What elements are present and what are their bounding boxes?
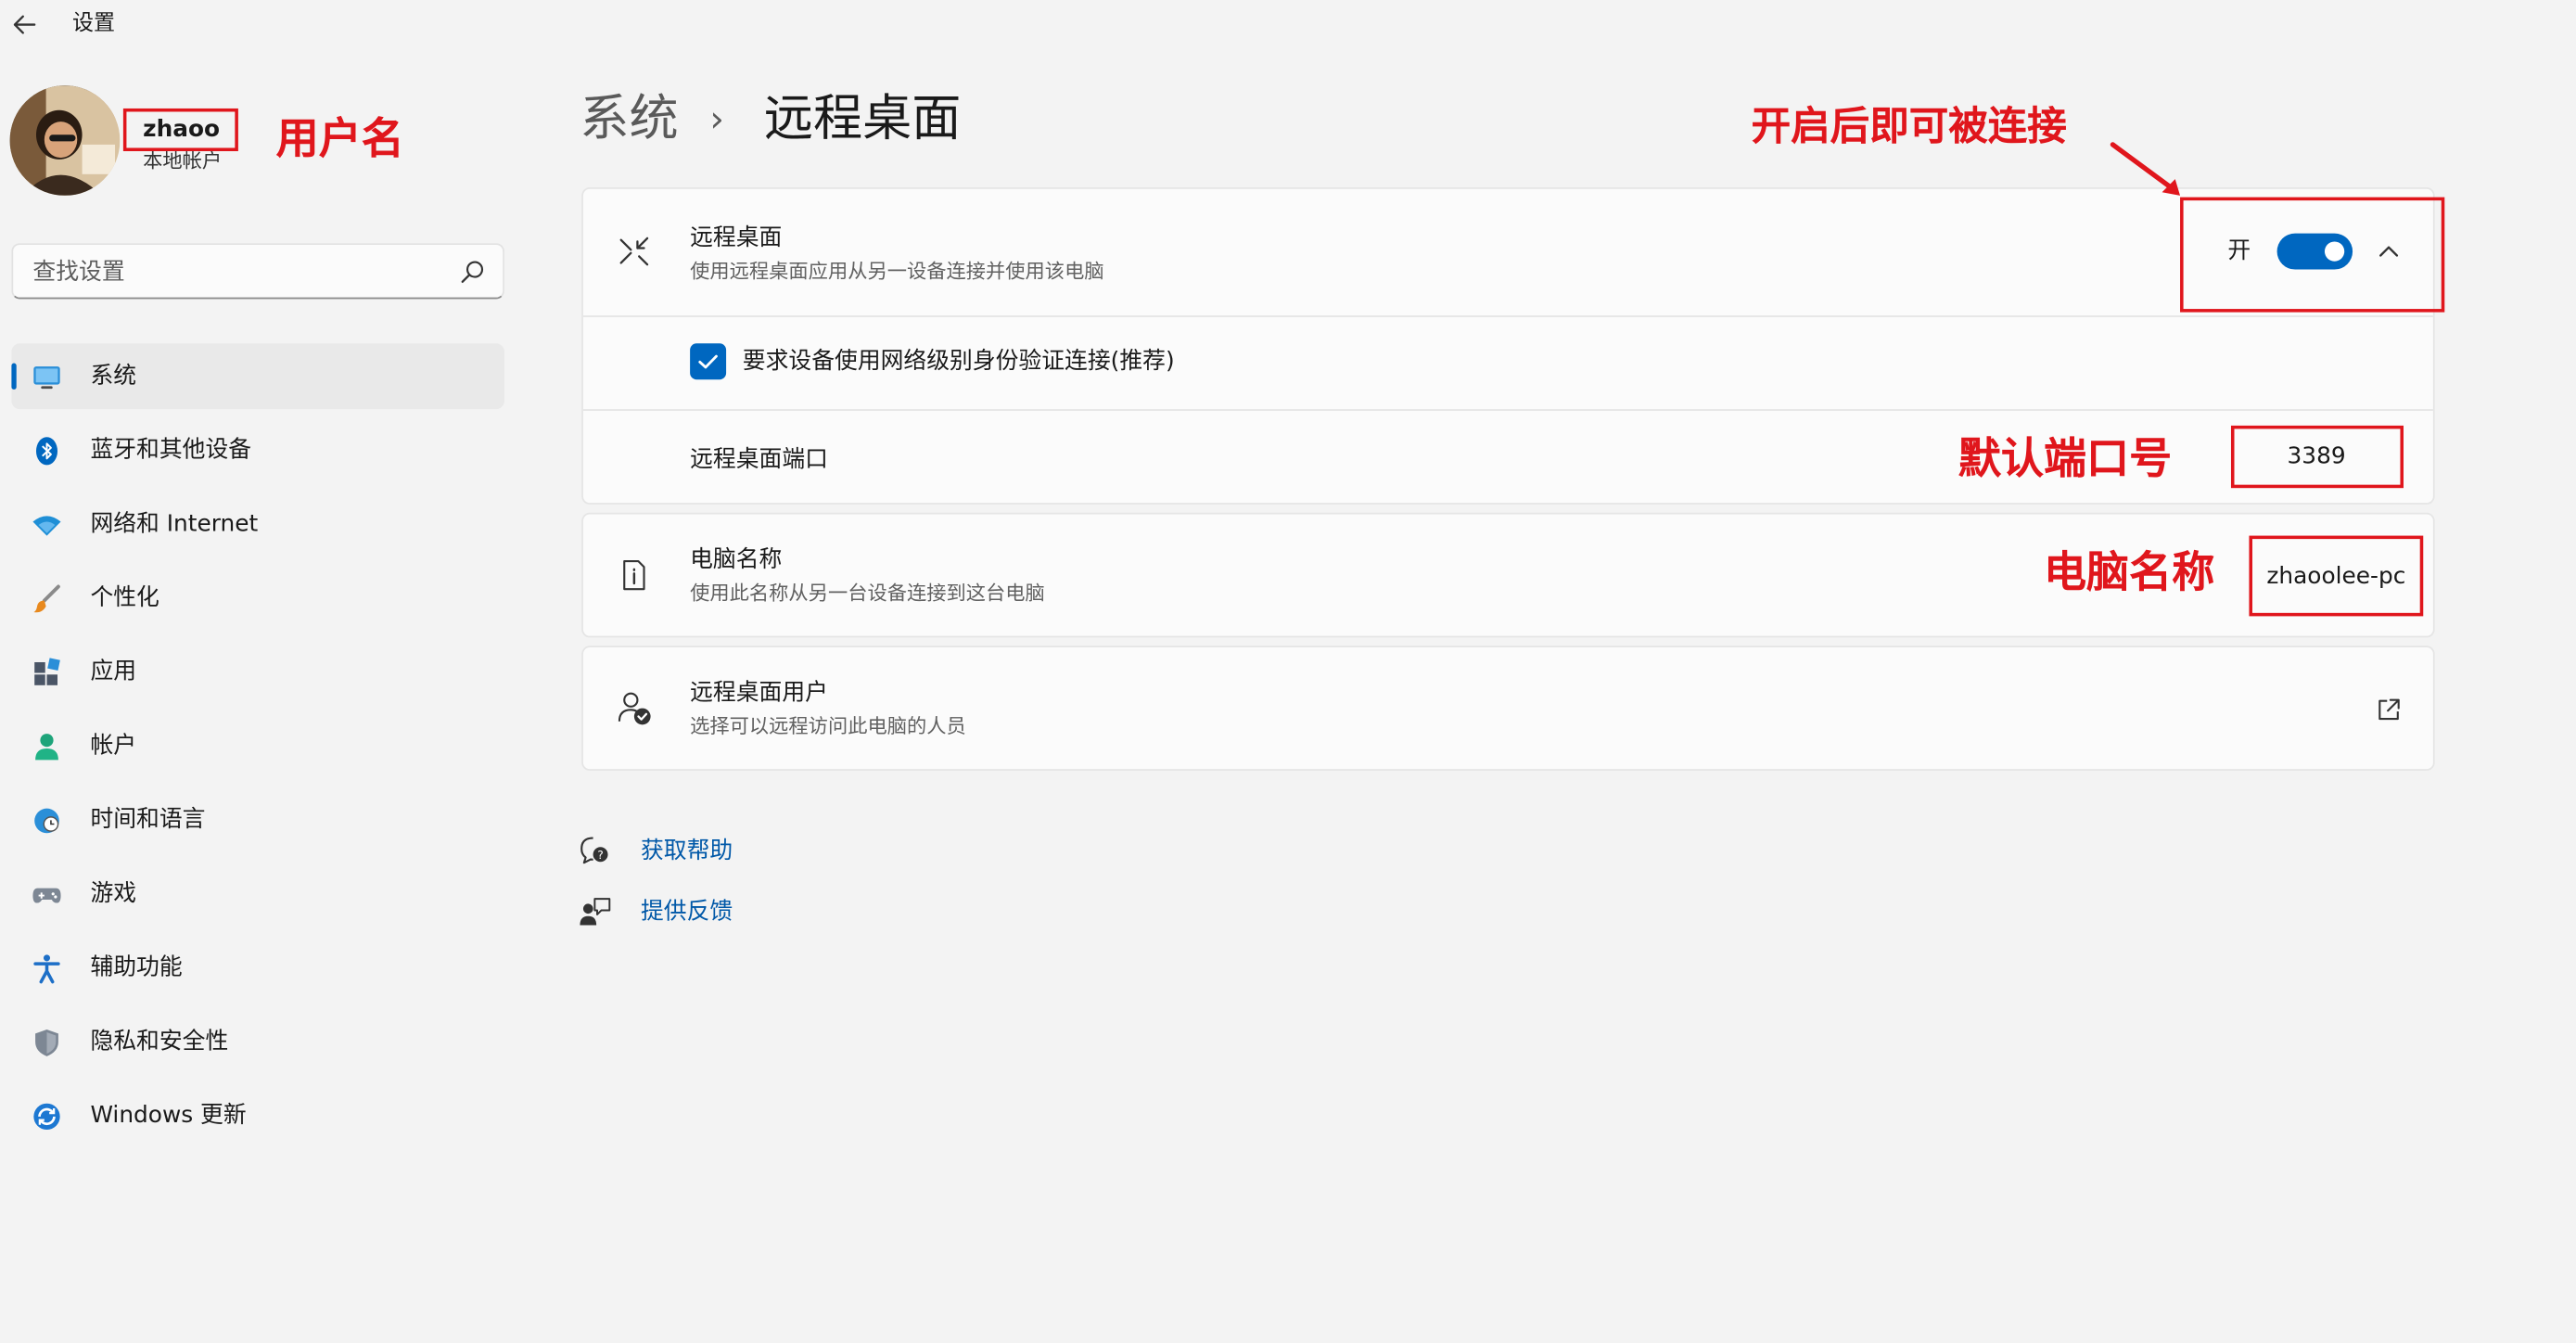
annotation-box-pc-name <box>2249 535 2424 617</box>
divider <box>582 409 2433 411</box>
annotation-arrow-icon <box>2110 142 2181 196</box>
nla-checkbox[interactable] <box>690 343 727 380</box>
annotation-enable: 开启后即可被连接 <box>1751 103 2067 150</box>
account-type: 本地帐户 <box>143 149 223 173</box>
external-link-icon[interactable] <box>2376 697 2402 723</box>
nav-item-privacy[interactable]: 隐私和安全性 <box>11 1009 504 1075</box>
shield-icon <box>35 1029 58 1056</box>
active-indicator <box>11 363 17 390</box>
nav-label: 应用 <box>90 659 137 685</box>
remote-desktop-icon <box>619 237 649 266</box>
avatar[interactable] <box>9 85 121 196</box>
nav-item-network[interactable]: 网络和 Internet <box>11 492 504 557</box>
rd-users-description: 选择可以远程访问此电脑的人员 <box>690 714 966 738</box>
nav-item-accessibility[interactable]: 辅助功能 <box>11 935 504 1001</box>
nav-item-accounts[interactable]: 帐户 <box>11 713 504 779</box>
remote-desktop-title: 远程桌面 <box>690 224 783 252</box>
port-label: 远程桌面端口 <box>690 446 828 474</box>
user-check-icon <box>618 692 651 725</box>
accessibility-icon <box>33 954 60 984</box>
svg-text:?: ? <box>597 848 604 862</box>
page-title: 远程桌面 <box>763 90 962 148</box>
back-arrow-icon[interactable] <box>10 10 40 40</box>
globe-clock-icon <box>34 808 59 834</box>
settings-window: 设置 zhaoo 本地帐户 系统 <box>0 0 2576 1343</box>
nav-label: 帐户 <box>90 733 137 760</box>
nav-item-bluetooth[interactable]: 蓝牙和其他设备 <box>11 417 504 483</box>
search-icon[interactable] <box>460 260 485 285</box>
app-title: 设置 <box>71 11 116 36</box>
annotation-box-username <box>122 108 238 151</box>
search-box[interactable] <box>11 243 504 301</box>
breadcrumb-parent[interactable]: 系统 <box>580 83 678 156</box>
bluetooth-icon <box>35 437 58 466</box>
nav-label: 网络和 Internet <box>90 510 259 538</box>
nav-label: 游戏 <box>90 880 137 907</box>
monitor-icon <box>33 366 60 390</box>
feedback-link[interactable]: 提供反馈 <box>641 896 733 928</box>
nav-item-gaming[interactable]: 游戏 <box>11 861 504 927</box>
nav-item-apps[interactable]: 应用 <box>11 639 504 705</box>
nav-item-system[interactable]: 系统 <box>11 343 504 410</box>
nav-item-personalization[interactable]: 个性化 <box>11 565 504 631</box>
gamepad-icon <box>32 888 61 903</box>
checkmark-icon <box>698 354 718 369</box>
nav-label: 蓝牙和其他设备 <box>90 437 252 464</box>
annotation-box-port <box>2230 425 2404 489</box>
device-info-icon <box>623 559 645 591</box>
nav-label: Windows 更新 <box>90 1102 247 1130</box>
pc-name-description: 使用此名称从另一台设备连接到这台电脑 <box>690 582 1045 605</box>
nav-label: 时间和语言 <box>90 806 206 834</box>
annotation-username: 用户名 <box>275 115 404 165</box>
breadcrumb-separator: › <box>709 100 724 142</box>
help-chat-icon: ? <box>580 837 608 864</box>
annotation-default-port: 默认端口号 <box>1958 435 2173 485</box>
nav-item-windows-update[interactable]: Windows 更新 <box>11 1083 504 1149</box>
nla-label[interactable]: 要求设备使用网络级别身份验证连接(推荐) <box>743 347 1175 377</box>
wifi-icon <box>32 516 61 536</box>
pc-name-title: 电脑名称 <box>690 546 783 574</box>
update-icon <box>33 1103 60 1131</box>
annotation-box-toggle <box>2180 197 2445 313</box>
nav-label: 系统 <box>90 363 137 390</box>
nav-label: 个性化 <box>90 584 159 612</box>
nav-label: 辅助功能 <box>90 954 183 981</box>
get-help-link[interactable]: 获取帮助 <box>641 835 733 867</box>
apps-icon <box>34 658 60 685</box>
feedback-icon <box>580 898 611 926</box>
nav-item-time-language[interactable]: 时间和语言 <box>11 787 504 853</box>
annotation-pc-name: 电脑名称 <box>2043 548 2215 598</box>
divider <box>582 315 2433 317</box>
brush-icon <box>33 584 60 613</box>
person-icon <box>35 734 58 761</box>
rd-users-title: 远程桌面用户 <box>690 680 828 707</box>
nav-label: 隐私和安全性 <box>90 1029 229 1055</box>
remote-desktop-description: 使用远程桌面应用从另一设备连接并使用该电脑 <box>690 259 1104 283</box>
remote-desktop-users-card[interactable] <box>581 646 2435 771</box>
search-input[interactable] <box>29 244 447 301</box>
